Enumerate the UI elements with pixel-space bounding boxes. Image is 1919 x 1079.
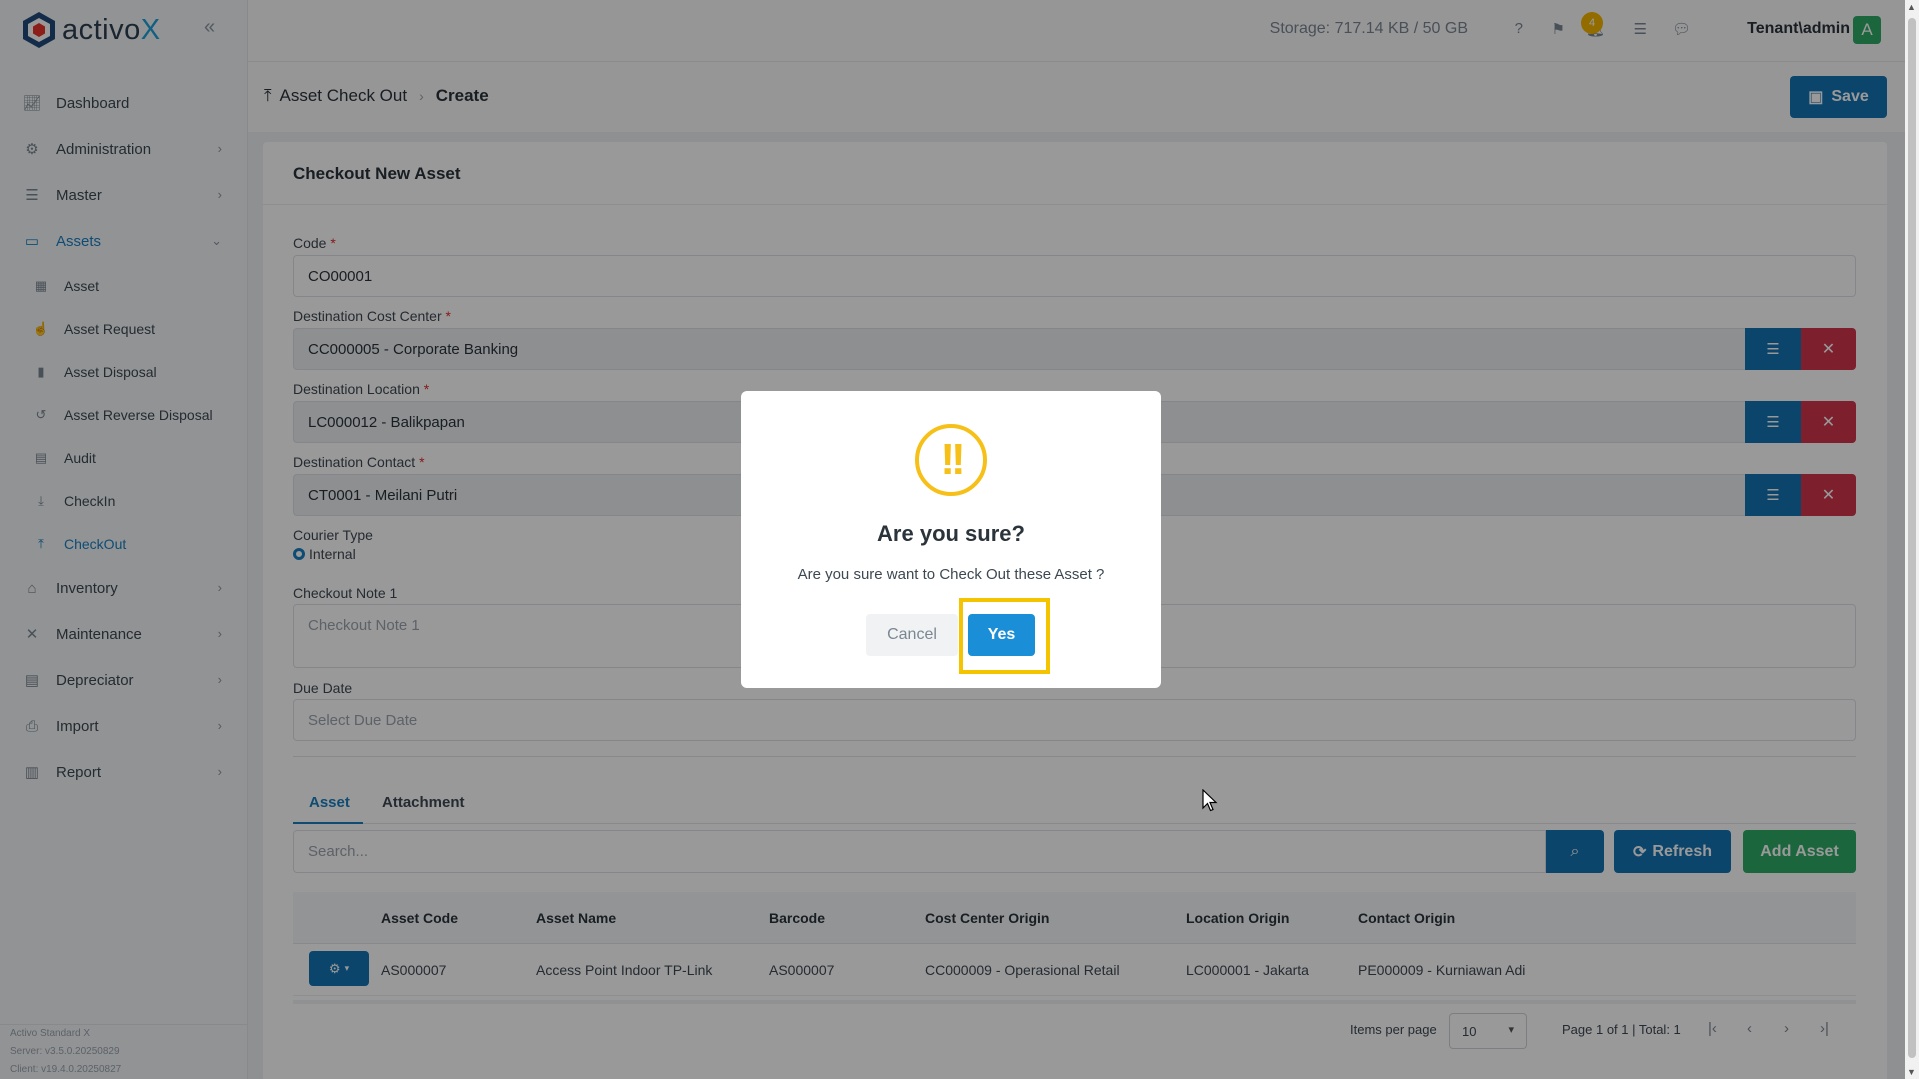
confirm-dialog: !! Are you sure? Are you sure want to Ch… bbox=[741, 391, 1161, 688]
mouse-cursor-icon bbox=[1202, 789, 1218, 812]
yes-button[interactable]: Yes bbox=[968, 614, 1035, 656]
dialog-message: Are you sure want to Check Out these Ass… bbox=[797, 566, 1105, 583]
scroll-down-icon[interactable]: ▼ bbox=[1907, 1067, 1916, 1077]
page-scrollbar[interactable]: ▲ ▼ bbox=[1905, 0, 1919, 1079]
dialog-title: Are you sure? bbox=[877, 521, 1025, 546]
scrollbar-thumb[interactable] bbox=[1908, 18, 1916, 1058]
warning-icon: !! bbox=[915, 424, 987, 496]
scroll-up-icon[interactable]: ▲ bbox=[1907, 2, 1916, 12]
cancel-button[interactable]: Cancel bbox=[866, 614, 958, 656]
